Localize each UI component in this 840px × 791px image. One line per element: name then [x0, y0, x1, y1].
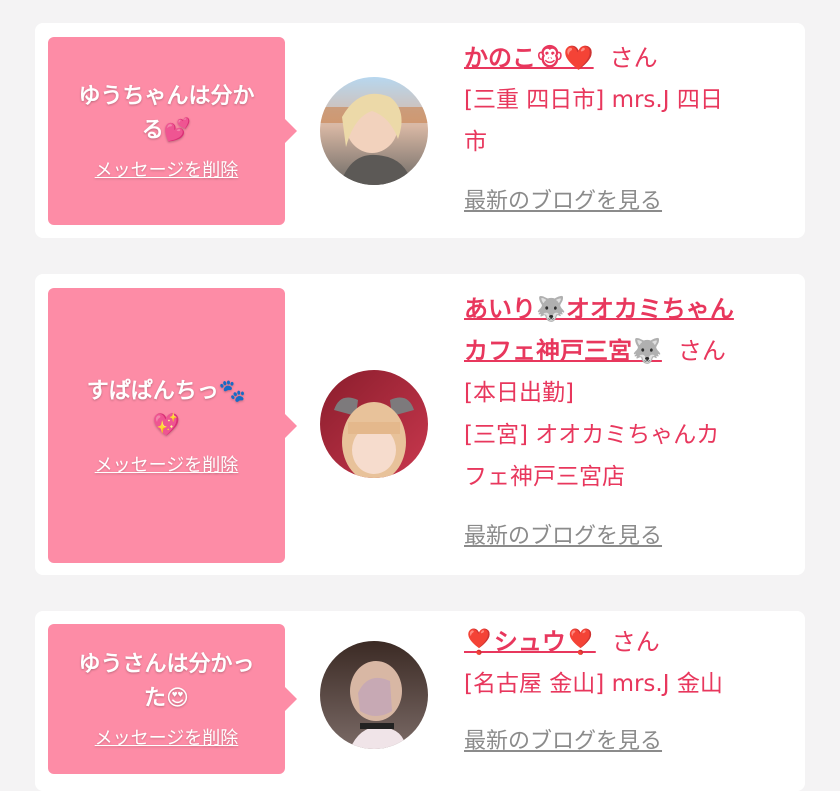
cast-name-link[interactable]: ❣️シュウ❣️: [464, 628, 596, 656]
cast-info: あいり🐺オオカミちゃん カフェ神戸三宮🐺 さん [本日出勤] [三宮] オオカミちゃ…: [464, 288, 794, 550]
delete-message-link[interactable]: メッセージを削除: [95, 724, 239, 750]
cast-info: かのこ🐵❤️ さん [三重 四日市] mrs.J 四日 市 最新のブログを見る: [464, 37, 794, 215]
delete-message-link[interactable]: メッセージを削除: [95, 451, 239, 477]
avatar[interactable]: [320, 77, 428, 185]
message-card: すぱぱんちっ🐾 💖 メッセージを削除 あいり🐺オオカミちゃん カフェ神戸三宮🐺 さん: [35, 274, 805, 575]
shop-location: [名古屋 金山] mrs.J 金山: [464, 671, 723, 697]
message-bubble: ゆうちゃんは分か る💕 メッセージを削除: [48, 37, 297, 225]
honorific: さん: [677, 337, 726, 365]
message-bubble: すぱぱんちっ🐾 💖 メッセージを削除: [48, 288, 297, 563]
message-text: ゆうさんは分かっ た😍: [78, 652, 255, 711]
attendance-status: [本日出勤]: [464, 380, 574, 406]
latest-blog-link[interactable]: 最新のブログを見る: [464, 723, 662, 755]
message-bubble: ゆうさんは分かっ た😍 メッセージを削除: [48, 624, 297, 774]
latest-blog-link[interactable]: 最新のブログを見る: [464, 183, 662, 215]
honorific: さん: [609, 44, 658, 72]
message-text: ゆうちゃんは分か る💕: [78, 84, 255, 143]
shop-location: [本日出勤] [三宮] オオカミちゃんカ フェ神戸三宮店: [464, 380, 720, 490]
avatar[interactable]: [320, 641, 428, 749]
message-text: すぱぱんちっ🐾 💖: [86, 378, 247, 438]
latest-blog-link[interactable]: 最新のブログを見る: [464, 518, 662, 550]
cast-info: ❣️シュウ❣️ さん [名古屋 金山] mrs.J 金山 最新のブログを見る: [464, 621, 794, 755]
delete-message-link[interactable]: メッセージを削除: [95, 156, 239, 182]
message-card: ゆうちゃんは分か る💕 メッセージを削除 かのこ🐵❤️ さん [三重 四日市] …: [35, 23, 805, 238]
shop-location: [三重 四日市] mrs.J 四日 市: [464, 87, 723, 155]
cast-name-link[interactable]: かのこ🐵❤️: [464, 44, 594, 72]
avatar[interactable]: [320, 370, 428, 478]
honorific: さん: [611, 628, 660, 656]
message-card: ゆうさんは分かっ た😍 メッセージを削除 ❣️シュウ❣️ さん [名古屋 金山] …: [35, 611, 805, 791]
